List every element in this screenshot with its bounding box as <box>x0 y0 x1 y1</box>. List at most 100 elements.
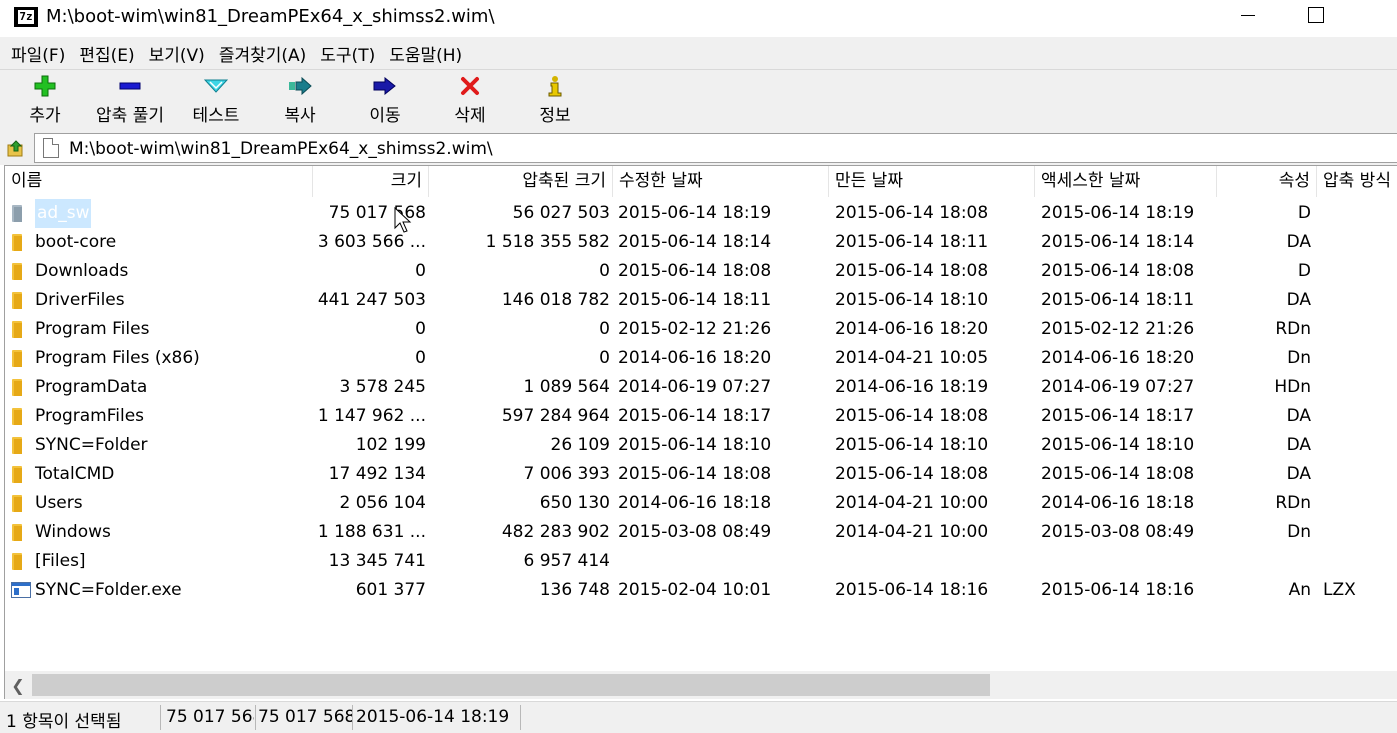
table-row[interactable]: Windows 1 188 631 ... 482 283 902 2015-03-0… <box>5 518 1397 547</box>
table-row[interactable]: Program Files (x86) 0 0 2014-06-16 18:20 201… <box>5 344 1397 373</box>
cell-modified: 2015-06-14 18:17 <box>618 406 772 426</box>
cell-accessed: 2015-06-14 18:17 <box>1041 406 1195 426</box>
test-label: 테스트 <box>192 106 240 126</box>
folder-icon <box>12 466 28 483</box>
scrollbar-thumb[interactable] <box>32 674 990 696</box>
column-header-modified[interactable]: 수정한 날짜 <box>613 166 829 197</box>
file-list[interactable]: 이름 크기 압축된 크기 수정한 날짜 만든 날짜 액세스한 날짜 속성 압축 … <box>4 165 1397 671</box>
status-bar: 1 항목이 선택됨 75 017 568 75 017 568 2015-06-… <box>0 701 1397 733</box>
menu-file[interactable]: 파일(F) <box>4 41 72 66</box>
cell-packed-size: 7 006 393 <box>523 464 610 484</box>
cell-created: 2015-06-14 18:10 <box>835 435 989 455</box>
menu-view[interactable]: 보기(V) <box>142 41 212 66</box>
table-row[interactable]: TotalCMD 17 492 134 7 006 393 2015-06-14 18… <box>5 460 1397 489</box>
cell-method <box>1323 286 1397 315</box>
horizontal-scrollbar[interactable]: ❮ <box>4 671 1397 699</box>
cell-modified: 2014-06-16 18:20 <box>618 348 772 368</box>
table-row[interactable]: Users 2 056 104 650 130 2014-06-16 18:18 201… <box>5 489 1397 518</box>
cell-name: Users <box>35 493 83 513</box>
maximize-button[interactable] <box>1293 0 1339 30</box>
table-row[interactable]: ProgramData 3 578 245 1 089 564 2014-06-19 … <box>5 373 1397 402</box>
cell-attributes: DA <box>1286 290 1311 310</box>
copy-button[interactable]: 복사 <box>280 72 320 130</box>
table-row[interactable]: Downloads 0 0 2015-06-14 18:08 2015-06-14 18… <box>5 257 1397 286</box>
cell-size: 601 377 <box>355 580 426 600</box>
column-header-accessed[interactable]: 액세스한 날짜 <box>1035 166 1217 197</box>
column-header-method[interactable]: 압축 방식 <box>1317 166 1397 197</box>
cell-created: 2015-06-14 18:08 <box>835 464 989 484</box>
info-button[interactable]: 정보 <box>535 72 575 130</box>
extract-button[interactable]: 압축 풀기 <box>88 72 172 130</box>
cell-modified: 2015-06-14 18:08 <box>618 464 772 484</box>
address-input[interactable]: M:\boot-wim\win81_DreamPEx64_x_shimss2.w… <box>34 133 1397 163</box>
cell-modified: 2015-06-14 18:10 <box>618 435 772 455</box>
menu-tools[interactable]: 도구(T) <box>313 41 382 66</box>
table-row[interactable]: SYNC=Folder.exe 601 377 136 748 2015-02-04 … <box>5 576 1397 605</box>
cell-attributes: D <box>1297 261 1311 281</box>
status-size: 75 017 568 <box>166 707 254 727</box>
menu-favorites[interactable]: 즐겨찾기(A) <box>212 41 313 66</box>
menu-edit[interactable]: 편집(E) <box>72 41 141 66</box>
column-header-packed-size[interactable]: 압축된 크기 <box>429 166 613 197</box>
cell-size: 17 492 134 <box>328 464 426 484</box>
cell-accessed: 2014-06-16 18:20 <box>1041 348 1195 368</box>
7zip-app-icon: 7z <box>14 7 38 27</box>
column-header-size[interactable]: 크기 <box>313 166 429 197</box>
cell-size: 3 578 245 <box>339 377 426 397</box>
folder-icon <box>12 350 28 367</box>
minimize-button[interactable] <box>1225 0 1271 30</box>
cell-created: 2014-06-16 18:20 <box>835 319 989 339</box>
cell-method <box>1323 257 1397 286</box>
cell-attributes: RDn <box>1275 493 1311 513</box>
info-icon <box>548 72 562 100</box>
cell-packed-size: 650 130 <box>539 493 610 513</box>
scroll-left-icon[interactable]: ❮ <box>5 671 31 699</box>
cell-size: 2 056 104 <box>339 493 426 513</box>
cell-created: 2014-06-16 18:19 <box>835 377 989 397</box>
cell-attributes: Dn <box>1287 522 1311 542</box>
cell-size: 0 <box>415 348 426 368</box>
table-row[interactable]: SYNC=Folder 102 199 26 109 2015-06-14 18:10… <box>5 431 1397 460</box>
cell-accessed <box>1041 547 1217 576</box>
column-header-name[interactable]: 이름 <box>5 166 313 197</box>
cell-method <box>1323 431 1397 460</box>
column-header-created[interactable]: 만든 날짜 <box>829 166 1035 197</box>
menu-help[interactable]: 도움말(H) <box>382 41 469 66</box>
window-title: M:\boot-wim\win81_DreamPEx64_x_shimss2.w… <box>46 6 495 27</box>
test-button[interactable]: 테스트 <box>184 72 248 130</box>
cell-accessed: 2015-06-14 18:16 <box>1041 580 1195 600</box>
cell-modified <box>618 547 828 576</box>
table-row[interactable]: ProgramFiles 1 147 962 ... 597 284 964 2015… <box>5 402 1397 431</box>
cell-method <box>1323 315 1397 344</box>
address-bar: M:\boot-wim\win81_DreamPEx64_x_shimss2.w… <box>0 131 1397 165</box>
cell-modified: 2015-02-12 21:26 <box>618 319 772 339</box>
folder-icon <box>12 379 28 396</box>
folder-icon <box>12 263 28 280</box>
cell-method <box>1323 518 1397 547</box>
move-button[interactable]: 이동 <box>365 72 405 130</box>
cell-accessed: 2015-06-14 18:14 <box>1041 232 1195 252</box>
table-row[interactable]: ad_sw 75 017 568 56 027 503 2015-06-14 18:1… <box>5 199 1397 228</box>
cell-method <box>1323 344 1397 373</box>
move-arrow-icon <box>373 72 397 100</box>
table-row[interactable]: DriverFiles 441 247 503 146 018 782 2015-06… <box>5 286 1397 315</box>
copy-arrow-icon <box>288 72 312 100</box>
table-row[interactable]: [Files] 13 345 741 6 957 414 <box>5 547 1397 576</box>
extract-label: 압축 풀기 <box>96 106 164 126</box>
cell-size: 1 188 631 ... <box>317 522 426 542</box>
cell-accessed: 2015-06-14 18:10 <box>1041 435 1195 455</box>
cell-name: DriverFiles <box>35 290 125 310</box>
cell-modified: 2014-06-16 18:18 <box>618 493 772 513</box>
folder-icon <box>12 408 28 425</box>
cell-size: 102 199 <box>355 435 426 455</box>
delete-button[interactable]: 삭제 <box>450 72 490 130</box>
cell-name: ProgramData <box>35 377 148 397</box>
folder-up-icon[interactable] <box>7 139 25 157</box>
cell-size: 13 345 741 <box>328 551 426 571</box>
document-icon <box>43 138 59 158</box>
table-row[interactable]: boot-core 3 603 566 ... 1 518 355 582 2015-… <box>5 228 1397 257</box>
add-button[interactable]: 추가 <box>22 72 68 130</box>
column-header-attributes[interactable]: 속성 <box>1217 166 1317 197</box>
table-row[interactable]: Program Files 0 0 2015-02-12 21:26 2014-06-1… <box>5 315 1397 344</box>
cell-accessed: 2015-06-14 18:19 <box>1041 203 1195 223</box>
